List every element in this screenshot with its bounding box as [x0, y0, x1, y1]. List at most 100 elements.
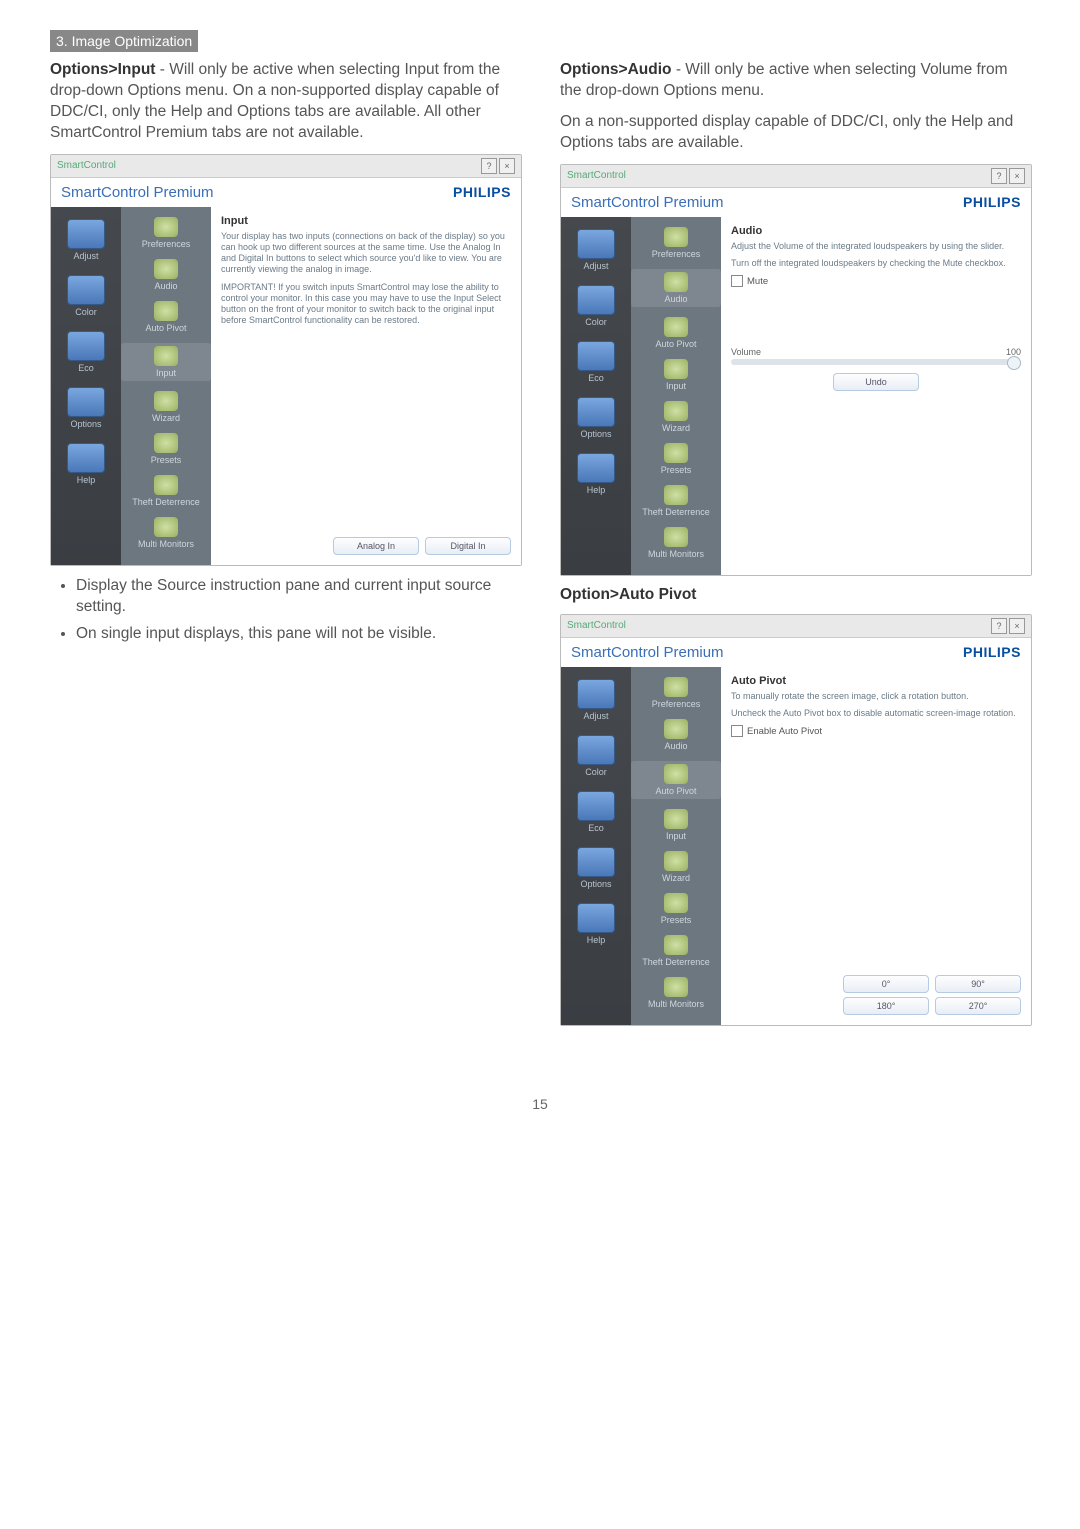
help-nav-icon [67, 443, 105, 473]
mid-presets[interactable]: Presets [121, 433, 211, 465]
help-icon[interactable]: ? [481, 158, 497, 174]
nav-adjust[interactable]: Adjust [561, 229, 631, 271]
panel-title: Auto Pivot [731, 675, 1021, 687]
screenshot-audio: SmartControl ? × SmartControl Premium PH… [560, 164, 1032, 576]
mid-audio[interactable]: Audio [631, 719, 721, 751]
nav-eco[interactable]: Eco [561, 341, 631, 383]
rotate-90-button[interactable]: 90° [935, 975, 1021, 993]
options-icon [577, 847, 615, 877]
window-title: SmartControl [57, 160, 116, 171]
mid-wizard[interactable]: Wizard [631, 851, 721, 883]
help-nav-icon [577, 453, 615, 483]
nav-eco[interactable]: Eco [51, 331, 121, 373]
panel-text-2: IMPORTANT! If you switch inputs SmartCon… [221, 282, 511, 327]
brand-logo: PHILIPS [453, 184, 511, 200]
app-title: SmartControl Premium [571, 644, 724, 661]
analog-in-button[interactable]: Analog In [333, 537, 419, 555]
mid-theft[interactable]: Theft Deterrence [121, 475, 211, 507]
mid-multi[interactable]: Multi Monitors [631, 527, 721, 559]
mid-multi[interactable]: Multi Monitors [121, 517, 211, 549]
app-title: SmartControl Premium [571, 194, 724, 211]
mid-auto-pivot[interactable]: Auto Pivot [631, 317, 721, 349]
theft-icon [664, 485, 688, 505]
close-icon[interactable]: × [1009, 168, 1025, 184]
mid-multi[interactable]: Multi Monitors [631, 977, 721, 1009]
mid-preferences[interactable]: Preferences [631, 677, 721, 709]
window-controls: ? × [991, 618, 1025, 634]
multi-icon [664, 527, 688, 547]
nav-options[interactable]: Options [561, 397, 631, 439]
right-column: Options>Audio - Will only be active when… [560, 60, 1030, 1036]
presets-icon [664, 893, 688, 913]
mid-audio[interactable]: Audio [121, 259, 211, 291]
nav-adjust[interactable]: Adjust [561, 679, 631, 721]
close-icon[interactable]: × [1009, 618, 1025, 634]
mid-wizard[interactable]: Wizard [631, 401, 721, 433]
nav-help[interactable]: Help [51, 443, 121, 485]
mid-auto-pivot[interactable]: Auto Pivot [121, 301, 211, 333]
bullet-2: On single input displays, this pane will… [76, 624, 520, 645]
page-number: 15 [50, 1096, 1030, 1112]
checkbox-box-icon [731, 725, 743, 737]
content-pane: Auto Pivot To manually rotate the screen… [721, 667, 1031, 1025]
right-para-2: On a non-supported display capable of DD… [560, 112, 1030, 154]
mid-presets[interactable]: Presets [631, 443, 721, 475]
volume-slider[interactable] [731, 359, 1021, 365]
auto-pivot-icon [664, 764, 688, 784]
audio-icon [664, 272, 688, 292]
nav-options[interactable]: Options [561, 847, 631, 889]
nav-help[interactable]: Help [561, 903, 631, 945]
rotate-180-button[interactable]: 180° [843, 997, 929, 1015]
volume-label: Volume [731, 347, 761, 357]
mid-auto-pivot[interactable]: Auto Pivot [631, 761, 721, 799]
content-pane: Audio Adjust the Volume of the integrate… [721, 217, 1031, 575]
undo-button[interactable]: Undo [833, 373, 919, 391]
adjust-icon [67, 219, 105, 249]
adjust-icon [577, 679, 615, 709]
nav-help[interactable]: Help [561, 453, 631, 495]
enable-auto-pivot-checkbox[interactable]: Enable Auto Pivot [731, 725, 1021, 737]
left-nav: Adjust Color Eco Options Help [561, 667, 631, 1025]
mid-theft[interactable]: Theft Deterrence [631, 485, 721, 517]
window-title: SmartControl [567, 170, 626, 181]
panel-text-1: To manually rotate the screen image, cli… [731, 691, 1021, 702]
mid-preferences[interactable]: Preferences [631, 227, 721, 259]
nav-eco[interactable]: Eco [561, 791, 631, 833]
mid-input[interactable]: Input [631, 809, 721, 841]
left-bullet-list: Display the Source instruction pane and … [60, 576, 520, 645]
nav-color[interactable]: Color [51, 275, 121, 317]
eco-icon [577, 341, 615, 371]
rotate-270-button[interactable]: 270° [935, 997, 1021, 1015]
close-icon[interactable]: × [499, 158, 515, 174]
mid-preferences[interactable]: Preferences [121, 217, 211, 249]
rotate-0-button[interactable]: 0° [843, 975, 929, 993]
options-icon [577, 397, 615, 427]
mid-theft[interactable]: Theft Deterrence [631, 935, 721, 967]
panel-title: Audio [731, 225, 1021, 237]
preferences-icon [154, 217, 178, 237]
mute-checkbox[interactable]: Mute [731, 275, 1021, 287]
digital-in-button[interactable]: Digital In [425, 537, 511, 555]
mid-input[interactable]: Input [631, 359, 721, 391]
nav-color[interactable]: Color [561, 735, 631, 777]
help-icon[interactable]: ? [991, 618, 1007, 634]
help-icon[interactable]: ? [991, 168, 1007, 184]
slider-knob-icon [1007, 356, 1021, 370]
nav-adjust[interactable]: Adjust [51, 219, 121, 261]
mid-nav: Preferences Audio Auto Pivot Input Wizar… [121, 207, 211, 565]
nav-options[interactable]: Options [51, 387, 121, 429]
mid-audio[interactable]: Audio [631, 269, 721, 307]
nav-color[interactable]: Color [561, 285, 631, 327]
panel-text-2: Uncheck the Auto Pivot box to disable au… [731, 708, 1021, 719]
brand-logo: PHILIPS [963, 194, 1021, 210]
mid-nav: Preferences Audio Auto Pivot Input Wizar… [631, 217, 721, 575]
panel-text-1: Adjust the Volume of the integrated loud… [731, 241, 1021, 252]
left-intro-para: Options>Input - Will only be active when… [50, 60, 520, 144]
section-header: 3. Image Optimization [50, 30, 198, 52]
mid-wizard[interactable]: Wizard [121, 391, 211, 423]
mid-presets[interactable]: Presets [631, 893, 721, 925]
left-column: Options>Input - Will only be active when… [50, 60, 520, 1036]
window-controls: ? × [481, 158, 515, 174]
options-input-heading: Options>Input [50, 61, 155, 78]
mid-input[interactable]: Input [121, 343, 211, 381]
